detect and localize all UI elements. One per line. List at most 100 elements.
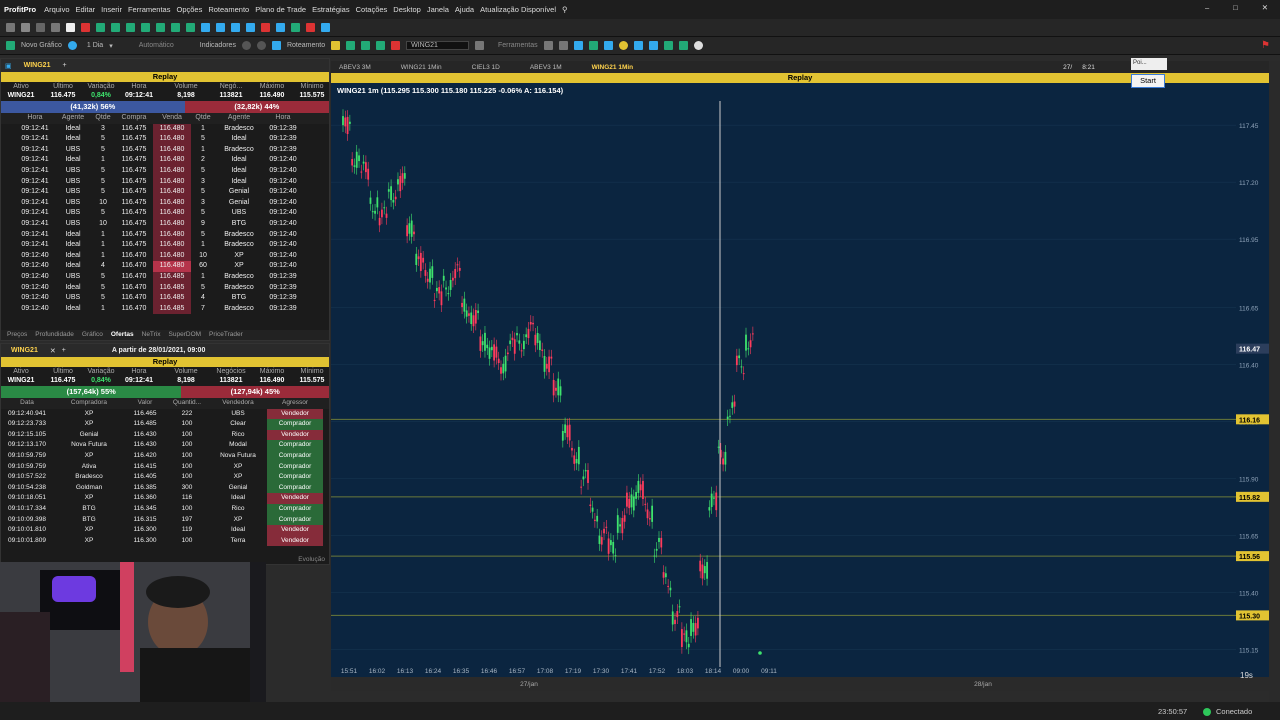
sell-icon[interactable] bbox=[391, 41, 401, 50]
text-icon[interactable] bbox=[66, 23, 75, 32]
offers-row[interactable]: 09:12:40 Ideal 4 116.470 116.480 60 XP 09:12:40 bbox=[1, 261, 329, 272]
bars-icon[interactable] bbox=[321, 23, 330, 32]
candlestick-chart[interactable]: 117.45117.20116.95116.65116.40116.15115.… bbox=[331, 61, 1269, 691]
chevron-down-icon[interactable]: ▾ bbox=[109, 42, 113, 50]
offers-col-2[interactable]: Qtde bbox=[91, 113, 115, 124]
alarm-icon[interactable] bbox=[618, 41, 628, 50]
trades-col-1[interactable]: Compradora bbox=[53, 398, 125, 409]
chart-tab-abev3-1m[interactable]: ABEV3 1M bbox=[530, 64, 562, 71]
offers-col-6[interactable]: Agente bbox=[215, 113, 263, 124]
trades-col-4[interactable]: Vendedora bbox=[209, 398, 267, 409]
offers-row[interactable]: 09:12:40 Ideal 1 116.470 116.485 7 Bradesco 09:… bbox=[1, 303, 329, 315]
minimize-icon[interactable]: – bbox=[1205, 3, 1209, 12]
book-icon[interactable] bbox=[361, 41, 371, 50]
trades-row[interactable]: 09:10:09.398 BTG 116.315 197 XP Comprador bbox=[1, 514, 329, 526]
trades-row[interactable]: 09:12:23.733 XP 116.485 100 Clear Comprador bbox=[1, 419, 329, 430]
flag-icon[interactable] bbox=[276, 23, 285, 32]
menu-desktop[interactable]: Desktop bbox=[393, 5, 421, 14]
chart-tab-wing21-active[interactable]: WING21 1Min bbox=[592, 64, 634, 71]
hline-icon[interactable] bbox=[126, 23, 135, 32]
offers-row[interactable]: 09:12:41 UBS 5 116.475 116.480 3 Ideal 09:12:40 bbox=[1, 176, 329, 188]
chart-tab-wing21-a[interactable]: WING21 1Min bbox=[401, 64, 442, 71]
trades-row[interactable]: 09:10:18.051 XP 116.360 116 Ideal Vendedor bbox=[1, 493, 329, 504]
chart-tab-ciel3[interactable]: CIEL3 1D bbox=[472, 64, 500, 71]
video-icon[interactable] bbox=[633, 41, 643, 50]
menu-editar[interactable]: Editar bbox=[76, 5, 96, 14]
offers-footer-tab[interactable]: NeTrix bbox=[142, 330, 161, 340]
maximize-icon[interactable]: □ bbox=[1233, 3, 1238, 12]
layout-icon[interactable] bbox=[271, 41, 281, 50]
fibonacci-icon[interactable] bbox=[171, 23, 180, 32]
table-icon[interactable] bbox=[543, 41, 553, 50]
chart-panel[interactable]: 117.45117.20116.95116.65116.40116.15115.… bbox=[331, 61, 1269, 691]
start-button[interactable]: Start bbox=[1131, 74, 1165, 88]
trades-row[interactable]: 09:10:01.809 XP 116.300 100 Terra Vendedor bbox=[1, 535, 329, 547]
chart-icon[interactable] bbox=[588, 41, 598, 50]
offers-row[interactable]: 09:12:40 Ideal 5 116.470 116.485 5 Bradesco 09:… bbox=[1, 282, 329, 294]
menu-ferramentas[interactable]: Ferramentas bbox=[128, 5, 171, 14]
offers-row[interactable]: 09:12:41 UBS 5 116.475 116.480 1 Bradesco 09:12… bbox=[1, 144, 329, 156]
trades-col-2[interactable]: Valor bbox=[125, 398, 165, 409]
menu-plano-de-trade[interactable]: Plano de Trade bbox=[255, 5, 306, 14]
add-tab-icon-2[interactable]: + bbox=[62, 347, 66, 354]
menu-opcoes[interactable]: Opções bbox=[176, 5, 202, 14]
dom-icon[interactable] bbox=[346, 41, 356, 50]
menu-janela[interactable]: Janela bbox=[427, 5, 449, 14]
menu-ajuda[interactable]: Ajuda bbox=[455, 5, 474, 14]
offers-row[interactable]: 09:12:41 UBS 5 116.475 116.480 5 Ideal 09:12:40 bbox=[1, 165, 329, 177]
trades-row[interactable]: 09:10:59.759 XP 116.420 100 Nova Futura Compr… bbox=[1, 450, 329, 462]
pen-icon[interactable] bbox=[51, 23, 60, 32]
gear-icon[interactable] bbox=[693, 41, 703, 50]
tree-icon[interactable] bbox=[558, 41, 568, 50]
refresh-icon[interactable] bbox=[256, 41, 266, 50]
evolucao-tab[interactable]: Evolução bbox=[298, 556, 325, 563]
offers-row[interactable]: 09:12:41 UBS 10 116.475 116.480 9 BTG 09:12:40 bbox=[1, 218, 329, 230]
add-tab-icon[interactable]: + bbox=[62, 62, 66, 69]
sell-arrow-icon[interactable] bbox=[306, 23, 315, 32]
trades-row[interactable]: 09:12:15.105 Genial 116.430 100 Rico Vendedor bbox=[1, 429, 329, 441]
offers-col-1[interactable]: Agente bbox=[55, 113, 91, 124]
search-icon[interactable]: ⚲ bbox=[562, 5, 568, 14]
zoom-out-icon[interactable] bbox=[216, 23, 225, 32]
offers-footer-tab[interactable]: PriceTrader bbox=[209, 330, 243, 340]
automatico-select[interactable]: Automático bbox=[139, 42, 174, 49]
offers-row[interactable]: 09:12:41 Ideal 3 116.475 116.480 1 Bradesco 09:… bbox=[1, 123, 329, 135]
globe-icon[interactable] bbox=[678, 41, 688, 50]
ferramentas-button[interactable]: Ferramentas bbox=[498, 42, 538, 49]
trades-range[interactable]: A partir de 28/01/2021, 09:00 bbox=[112, 347, 206, 354]
arrow-down-icon[interactable] bbox=[261, 23, 270, 32]
offers-row[interactable]: 09:12:41 UBS 5 116.475 116.480 5 UBS 09:12:40 bbox=[1, 208, 329, 219]
tab-wing21-trades[interactable]: WING21 bbox=[5, 347, 44, 354]
buy-arrow-icon[interactable] bbox=[291, 23, 300, 32]
cursor-icon[interactable] bbox=[6, 23, 15, 32]
trades-row[interactable]: 09:10:17.334 BTG 116.345 100 Rico Comprador bbox=[1, 503, 329, 515]
offers-row[interactable]: 09:12:41 UBS 5 116.475 116.480 5 Genial 09:12:4… bbox=[1, 187, 329, 198]
offers-col-4[interactable]: Venda bbox=[153, 113, 191, 124]
offers-row[interactable]: 09:12:41 Ideal 1 116.475 116.480 1 Bradesco 09:… bbox=[1, 240, 329, 251]
menu-cotacoes[interactable]: Cotações bbox=[356, 5, 388, 14]
home-icon[interactable] bbox=[663, 41, 673, 50]
c-icon[interactable] bbox=[331, 41, 341, 50]
menu-atualizacao[interactable]: Atualização Disponível bbox=[480, 5, 556, 14]
clock-icon[interactable] bbox=[67, 41, 77, 50]
trades-row[interactable]: 09:10:57.522 Bradesco 116.405 100 XP Comprado… bbox=[1, 472, 329, 483]
right-scrollbar[interactable] bbox=[1269, 61, 1280, 702]
close-icon[interactable]: ✕ bbox=[1262, 3, 1268, 12]
settings-icon[interactable] bbox=[241, 41, 251, 50]
trendline-icon[interactable] bbox=[96, 23, 105, 32]
offers-row[interactable]: 09:12:41 Ideal 5 116.475 116.480 5 Ideal 09:12:… bbox=[1, 134, 329, 145]
arrow-up-icon[interactable] bbox=[246, 23, 255, 32]
offers-footer-tab[interactable]: Preços bbox=[7, 330, 27, 340]
offers-col-0[interactable]: Hora bbox=[15, 113, 55, 124]
trades-col-5[interactable]: Agressor bbox=[267, 398, 323, 409]
window-icon[interactable] bbox=[573, 41, 583, 50]
list-icon[interactable] bbox=[474, 41, 484, 50]
offers-footer-tab[interactable]: SuperDOM bbox=[169, 330, 202, 340]
offers-row[interactable]: 09:12:41 UBS 10 116.475 116.480 3 Genial 09:12:… bbox=[1, 197, 329, 209]
chart-tab-abev3-3m[interactable]: ABEV3 3M bbox=[339, 64, 371, 71]
ellipse-icon[interactable] bbox=[156, 23, 165, 32]
offers-footer-tab[interactable]: Profundidade bbox=[35, 330, 74, 340]
offers-col-5[interactable]: Qtde bbox=[191, 113, 215, 124]
offers-row[interactable]: 09:12:41 Ideal 1 116.475 116.480 5 Bradesco 09:… bbox=[1, 229, 329, 241]
crosshair-icon[interactable] bbox=[36, 23, 45, 32]
